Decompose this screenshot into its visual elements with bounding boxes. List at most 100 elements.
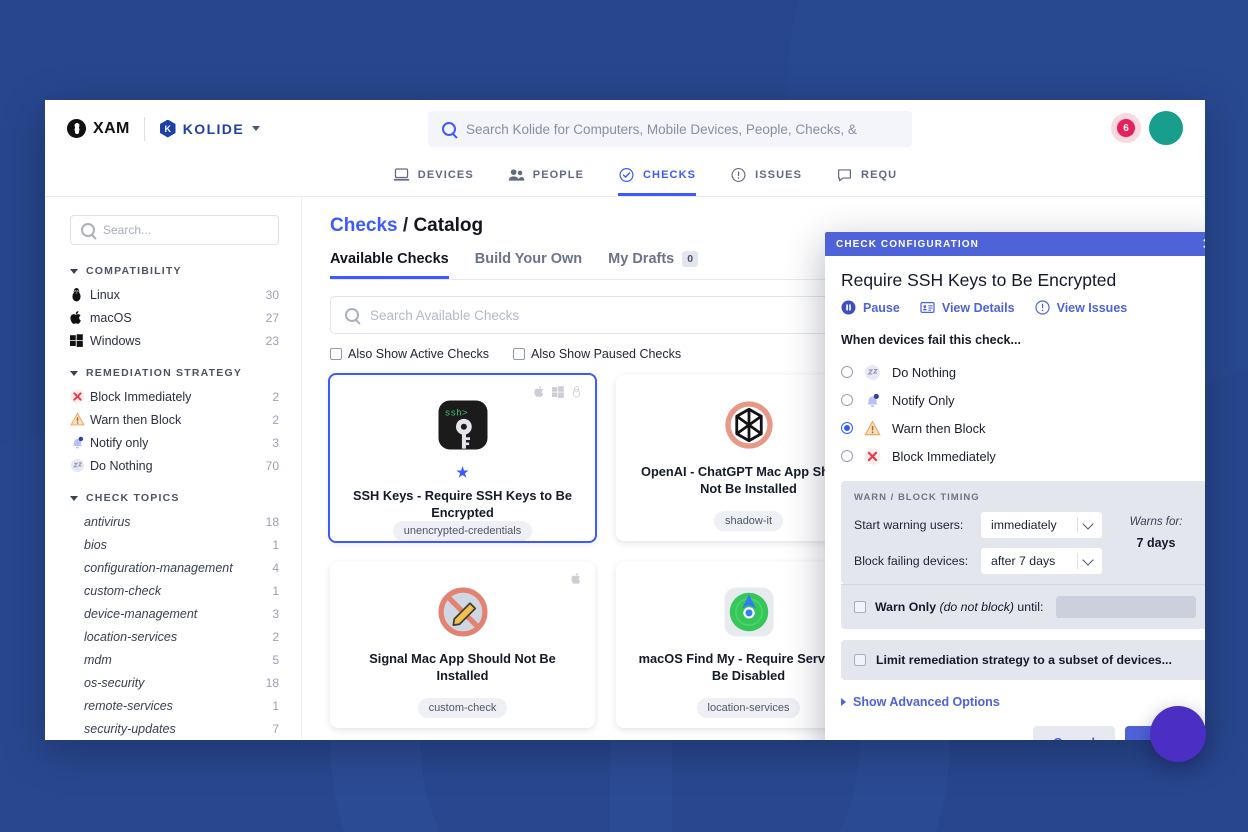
check-card-macos-find-my-tag[interactable]: location-services <box>696 698 801 718</box>
notification-badge[interactable]: 6 <box>1117 119 1135 137</box>
sidebar-topic-remote-services[interactable]: remote-services 1 <box>70 694 279 717</box>
check-card-ssh-keys-tag[interactable]: unencrypted-credentials <box>392 521 533 542</box>
sidebar-item-linux[interactable]: Linux 30 <box>70 283 279 306</box>
sleep-icon <box>865 364 880 380</box>
tab-my-drafts[interactable]: My Drafts 0 <box>608 251 699 279</box>
nav-item-issues[interactable]: ISSUES <box>730 167 802 196</box>
filter-also-show-paused-checks-label: Also Show Paused Checks <box>531 347 682 361</box>
sidebar-topic-custom-check-label: custom-check <box>84 583 162 598</box>
close-icon[interactable]: ✕ <box>1201 237 1205 252</box>
warns-for-label: Warns for: <box>1129 516 1183 528</box>
sidebar-item-do-nothing[interactable]: Do Nothing 70 <box>70 454 279 477</box>
nav-item-requests[interactable]: REQU <box>836 167 897 196</box>
sidebar-item-block-immediately[interactable]: Block Immediately 2 <box>70 385 279 408</box>
check-configuration-modal: CHECK CONFIGURATION ✕ Require SSH Keys t… <box>825 232 1205 740</box>
strategy-option-warn-then-block[interactable]: Warn then Block <box>841 414 1205 442</box>
radio-icon <box>841 450 853 462</box>
nav-item-checks[interactable]: CHECKS <box>618 167 697 196</box>
sidebar-item-warn-then-block[interactable]: Warn then Block 2 <box>70 408 279 431</box>
sidebar-topic-device-management[interactable]: device-management 3 <box>70 602 279 625</box>
strategy-option-notify-only[interactable]: Notify Only <box>841 386 1205 414</box>
warn-only-date-input[interactable] <box>1056 596 1196 618</box>
limit-remediation-checkbox[interactable] <box>854 654 866 666</box>
check-card-ssh-keys[interactable]: ssh> ★ SSH Keys - Require SSH Keys to Be… <box>328 373 597 543</box>
start-warning-select[interactable]: immediately <box>981 512 1102 538</box>
sidebar-topic-remote-services-label: remote-services <box>84 698 173 713</box>
sidebar-topic-configuration-management[interactable]: configuration-management 4 <box>70 556 279 579</box>
main-navigation: DEVICES PEOPLE CHECKS ISSUES REQU <box>45 157 1205 197</box>
check-circle-icon <box>619 167 634 183</box>
sidebar-item-notify-only-label: Notify only <box>90 435 149 450</box>
sidebar-item-linux-label: Linux <box>90 287 120 302</box>
nav-item-devices[interactable]: DEVICES <box>393 167 474 196</box>
kolide-label: KOLIDE <box>182 120 245 137</box>
people-icon <box>508 169 525 181</box>
apple-icon <box>571 573 581 584</box>
block-failing-select[interactable]: after 7 days <box>981 548 1102 574</box>
filter-also-show-active-checks[interactable]: Also Show Active Checks <box>330 347 489 361</box>
sidebar-topic-mdm[interactable]: mdm 5 <box>70 648 279 671</box>
warn-only-checkbox[interactable] <box>854 601 866 613</box>
brand-divider <box>143 116 145 141</box>
nav-item-people-label: PEOPLE <box>532 169 585 181</box>
chevron-down-icon[interactable] <box>252 126 261 131</box>
pause-button[interactable]: Pause <box>841 300 900 315</box>
filter-also-show-paused-checks[interactable]: Also Show Paused Checks <box>513 347 681 361</box>
sidebar-group-check-topics[interactable]: CHECK TOPICS <box>70 492 279 504</box>
sidebar-search-input[interactable]: Search... <box>70 215 279 245</box>
tab-available-checks[interactable]: Available Checks <box>330 251 449 279</box>
sidebar-topic-os-security-count: 18 <box>265 675 279 690</box>
cancel-button[interactable]: Cancel <box>1033 726 1116 740</box>
modal-header: CHECK CONFIGURATION ✕ <box>825 232 1205 256</box>
search-icon <box>81 223 95 237</box>
sidebar-item-macos[interactable]: macOS 27 <box>70 306 279 329</box>
sidebar-topic-antivirus[interactable]: antivirus 18 <box>70 510 279 533</box>
check-card-openai-chatgpt-tag[interactable]: shadow-it <box>713 511 784 531</box>
sidebar-item-windows[interactable]: Windows 23 <box>70 329 279 352</box>
sidebar-topic-security-updates[interactable]: security-updates 7 <box>70 717 279 740</box>
sidebar-group-compatibility[interactable]: COMPATIBILITY <box>70 265 279 277</box>
xam-logo[interactable]: XAM <box>67 119 130 138</box>
warn-block-timing-panel: WARN / BLOCK TIMING Start warning users:… <box>841 481 1205 584</box>
kolide-logo[interactable]: K KOLIDE <box>159 119 245 138</box>
breadcrumb-parent[interactable]: Checks <box>330 215 398 236</box>
tab-build-your-own[interactable]: Build Your Own <box>475 251 582 279</box>
view-issues-button[interactable]: View Issues <box>1034 300 1128 315</box>
sidebar-topic-bios[interactable]: bios 1 <box>70 533 279 556</box>
show-advanced-options-toggle[interactable]: Show Advanced Options <box>841 695 1205 709</box>
global-search-input[interactable]: Search Kolide for Computers, Mobile Devi… <box>428 111 912 147</box>
apple-icon <box>70 310 90 325</box>
check-card-signal-mac-title: Signal Mac App Should Not Be Installed <box>344 650 581 685</box>
sidebar-item-notify-only[interactable]: Notify only 3 <box>70 431 279 454</box>
sidebar-topic-location-services[interactable]: location-services 2 <box>70 625 279 648</box>
block-failing-value: after 7 days <box>991 554 1056 568</box>
view-issues-button-label: View Issues <box>1056 300 1128 315</box>
sidebar-group-remediation-strategy[interactable]: REMEDIATION STRATEGY <box>70 367 279 379</box>
top-bar: XAM K KOLIDE Search Kolide for Computers… <box>45 100 1205 157</box>
sidebar-item-warn-then-block-label: Warn then Block <box>90 412 182 427</box>
warns-for-summary: Warns for: 7 days <box>1116 512 1196 584</box>
warns-for-value: 7 days <box>1136 536 1176 550</box>
sleep-icon <box>70 458 90 473</box>
strategy-option-block-immediately[interactable]: Block Immediately <box>841 442 1205 470</box>
avatar[interactable] <box>1149 111 1183 145</box>
nav-item-people[interactable]: PEOPLE <box>508 167 584 196</box>
check-card-signal-mac[interactable]: Signal Mac App Should Not Be Installed c… <box>330 562 595 728</box>
view-details-button[interactable]: View Details <box>920 300 1015 315</box>
sidebar-topic-security-updates-count: 7 <box>272 721 279 736</box>
sidebar-topic-custom-check[interactable]: custom-check 1 <box>70 579 279 602</box>
limit-remediation-row[interactable]: Limit remediation strategy to a subset o… <box>841 640 1205 680</box>
sidebar-item-linux-count: 30 <box>265 287 279 302</box>
sidebar-topic-mdm-label: mdm <box>84 652 112 667</box>
strategy-option-do-nothing[interactable]: Do Nothing <box>841 358 1205 386</box>
support-chat-button[interactable] <box>1150 706 1206 762</box>
triangle-down-icon <box>70 495 78 501</box>
chevron-down-icon <box>1082 517 1094 530</box>
check-card-signal-mac-tag[interactable]: custom-check <box>417 698 508 718</box>
start-warning-row: Start warning users: immediately <box>854 512 1102 538</box>
card-os-badges <box>534 385 582 398</box>
topbar-right-group: 6 <box>1117 111 1183 145</box>
sidebar-topic-os-security[interactable]: os-security 18 <box>70 671 279 694</box>
sidebar-item-notify-only-count: 3 <box>272 435 279 450</box>
timing-grid: Start warning users: immediately Block f… <box>854 512 1196 584</box>
